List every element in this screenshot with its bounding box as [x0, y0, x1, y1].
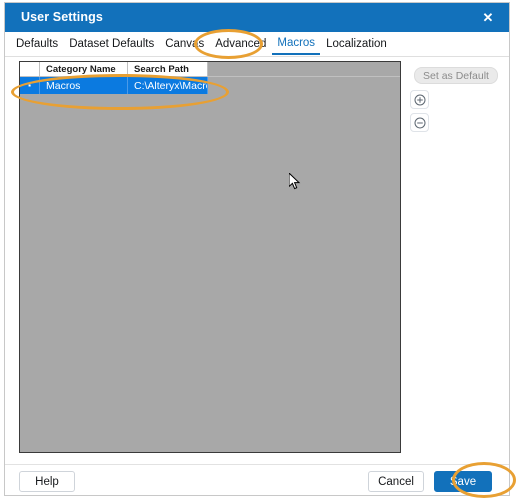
- plus-circle-icon[interactable]: [410, 90, 429, 109]
- row-selector-marker[interactable]: ▪: [20, 77, 40, 94]
- footer-bar: Help Cancel Save: [5, 465, 509, 495]
- grid-header-filler: [208, 62, 400, 76]
- save-button[interactable]: Save: [434, 471, 492, 492]
- user-settings-dialog: User Settings ✕ Defaults Dataset Default…: [4, 2, 510, 496]
- title-bar: User Settings ✕: [5, 3, 509, 32]
- grid-header-selector: [20, 62, 40, 76]
- table-row[interactable]: ▪ Macros C:\Alteryx\Macros: [20, 77, 400, 94]
- window-title: User Settings: [21, 10, 103, 24]
- help-button[interactable]: Help: [19, 471, 75, 492]
- cell-filler: [208, 77, 400, 94]
- minus-circle-icon[interactable]: [410, 113, 429, 132]
- grid-header-row: Category Name Search Path: [20, 62, 400, 77]
- cell-search-path[interactable]: C:\Alteryx\Macros: [128, 77, 208, 94]
- close-icon[interactable]: ✕: [467, 3, 509, 32]
- set-as-default-button[interactable]: Set as Default: [414, 67, 498, 84]
- grid-header-search-path: Search Path: [128, 62, 208, 76]
- tab-localization[interactable]: Localization: [321, 35, 392, 54]
- close-glyph: ✕: [482, 9, 494, 25]
- grid-header-category-name: Category Name: [40, 62, 128, 76]
- cancel-button[interactable]: Cancel: [368, 471, 424, 492]
- tab-defaults[interactable]: Defaults: [11, 35, 63, 54]
- tab-dataset-defaults[interactable]: Dataset Defaults: [64, 35, 159, 54]
- macro-search-paths-grid[interactable]: Category Name Search Path ▪ Macros C:\Al…: [19, 61, 401, 453]
- tab-advanced[interactable]: Advanced: [210, 35, 271, 54]
- tab-bar-divider: [5, 56, 509, 57]
- tab-macros[interactable]: Macros: [272, 34, 321, 55]
- cell-category-name[interactable]: Macros: [40, 77, 128, 94]
- tab-bar: Defaults Dataset Defaults Canvas Advance…: [5, 32, 509, 56]
- tab-canvas[interactable]: Canvas: [160, 35, 209, 54]
